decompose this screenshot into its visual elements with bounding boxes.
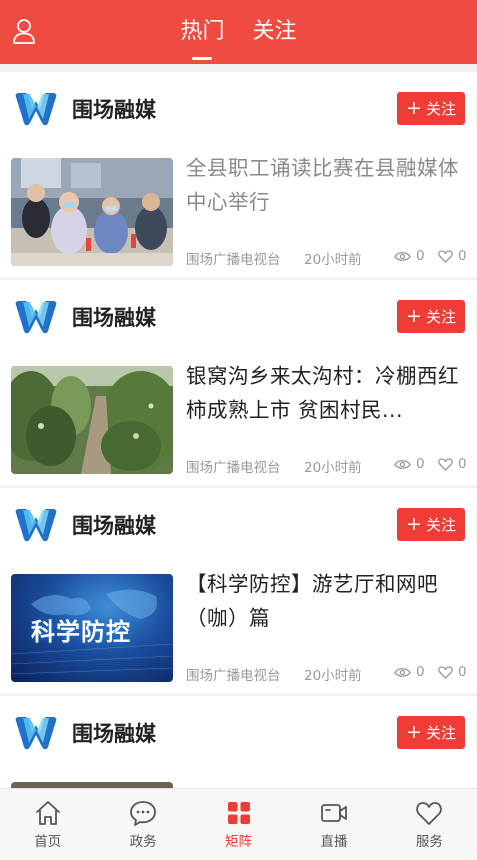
source-name[interactable]: 围场融媒 (72, 510, 156, 540)
nav-home-label: 首页 (34, 834, 62, 850)
grid-icon (227, 802, 250, 824)
tab-follow[interactable]: 关注 (253, 0, 297, 64)
news-meta: 围场广播电视台 20小时前 0 0 (186, 248, 468, 268)
chat-bubble-icon (130, 801, 157, 826)
nav-government-label: 政务 (129, 834, 157, 850)
view-count: 0 (394, 248, 425, 264)
source-logo-icon[interactable] (13, 297, 59, 337)
heart-outline-icon (438, 457, 453, 471)
source-name[interactable]: 围场融媒 (72, 94, 156, 124)
card-header: 围场融媒 + 关注 (0, 696, 477, 768)
follow-button[interactable]: + 关注 (397, 508, 465, 541)
meta-source: 围场广播电视台 (186, 668, 281, 684)
plus-icon: + (406, 97, 422, 119)
card-header: 围场融媒 + 关注 (0, 488, 477, 560)
news-card[interactable]: 围场融媒 + 关注 银窝沟乡来太沟村：冷棚西红柿成熟上市 贫困村民... 围场广… (0, 280, 477, 485)
eye-icon (394, 459, 411, 469)
like-count[interactable]: 0 (438, 456, 467, 472)
nav-live-label: 直播 (320, 834, 348, 850)
news-title[interactable]: 【科学防控】游艺厅和网吧（咖）篇 (186, 567, 468, 635)
like-count[interactable]: 0 (438, 664, 467, 680)
like-count-value: 0 (458, 248, 467, 264)
view-count: 0 (394, 456, 425, 472)
follow-label: 关注 (425, 100, 456, 118)
view-count-value: 0 (416, 664, 425, 680)
like-count-value: 0 (458, 456, 467, 472)
source-name[interactable]: 围场融媒 (72, 302, 156, 332)
nav-government[interactable]: 政务 (95, 789, 190, 860)
heart-icon (416, 802, 443, 825)
meta-time: 20小时前 (304, 460, 362, 476)
news-meta: 围场广播电视台 20小时前 0 0 (186, 456, 468, 476)
news-feed[interactable]: 围场融媒 + 关注 全县职工诵读比赛在县融媒体中心举行 围场广播电视台 20小时… (0, 72, 477, 788)
heart-outline-icon (438, 249, 453, 263)
news-title[interactable]: 银窝沟乡来太沟村：冷棚西红柿成熟上市 贫困村民... (186, 359, 468, 427)
nav-live[interactable]: 直播 (286, 789, 381, 860)
tab-hot[interactable]: 热门 (180, 0, 225, 64)
home-icon (35, 801, 60, 825)
news-card[interactable]: 围场融媒 + 关注 (0, 696, 477, 788)
view-count-value: 0 (416, 456, 425, 472)
source-logo-icon[interactable] (13, 89, 59, 129)
eye-icon (394, 251, 411, 261)
follow-label: 关注 (425, 516, 456, 534)
plus-icon: + (406, 513, 422, 535)
nav-matrix[interactable]: 矩阵 (191, 789, 286, 860)
eye-icon (394, 667, 411, 677)
news-title[interactable]: 全县职工诵读比赛在县融媒体中心举行 (186, 151, 468, 219)
source-logo-icon[interactable] (13, 505, 59, 545)
news-thumbnail[interactable] (11, 158, 173, 266)
like-count[interactable]: 0 (438, 248, 467, 264)
view-count: 0 (394, 664, 425, 680)
meta-time: 20小时前 (304, 252, 362, 268)
plus-icon: + (406, 721, 422, 743)
top-tabs: 热门 关注 (0, 0, 477, 64)
nav-home[interactable]: 首页 (0, 789, 95, 860)
news-card[interactable]: 围场融媒 + 关注 全县职工诵读比赛在县融媒体中心举行 围场广播电视台 20小时… (0, 72, 477, 277)
source-logo-icon[interactable] (13, 713, 59, 753)
thumbnail-caption: 科学防控 (31, 618, 131, 646)
heart-outline-icon (438, 665, 453, 679)
follow-button[interactable]: + 关注 (397, 92, 465, 125)
follow-label: 关注 (425, 724, 456, 742)
top-bar: 热门 关注 (0, 0, 477, 64)
nav-service-label: 服务 (415, 834, 443, 850)
news-meta: 围场广播电视台 20小时前 0 0 (186, 664, 468, 684)
video-camera-icon (321, 804, 347, 822)
meta-source: 围场广播电视台 (186, 252, 281, 268)
meta-source: 围场广播电视台 (186, 460, 281, 476)
follow-label: 关注 (425, 308, 456, 326)
meta-time: 20小时前 (304, 668, 362, 684)
follow-button[interactable]: + 关注 (397, 716, 465, 749)
nav-matrix-label: 矩阵 (225, 834, 253, 850)
news-thumbnail[interactable]: 科学防控 (11, 574, 173, 682)
follow-button[interactable]: + 关注 (397, 300, 465, 333)
plus-icon: + (406, 305, 422, 327)
card-header: 围场融媒 + 关注 (0, 72, 477, 144)
nav-service[interactable]: 服务 (382, 789, 477, 860)
news-thumbnail[interactable] (11, 366, 173, 474)
view-count-value: 0 (416, 248, 425, 264)
like-count-value: 0 (458, 664, 467, 680)
news-card[interactable]: 围场融媒 + 关注 科学防控 【科学防控】游艺厅和网吧（咖）篇 围场广播电视台 … (0, 488, 477, 693)
bottom-nav: 首页 政务 矩阵 直播 服务 (0, 788, 477, 860)
source-name[interactable]: 围场融媒 (72, 718, 156, 748)
card-header: 围场融媒 + 关注 (0, 280, 477, 352)
